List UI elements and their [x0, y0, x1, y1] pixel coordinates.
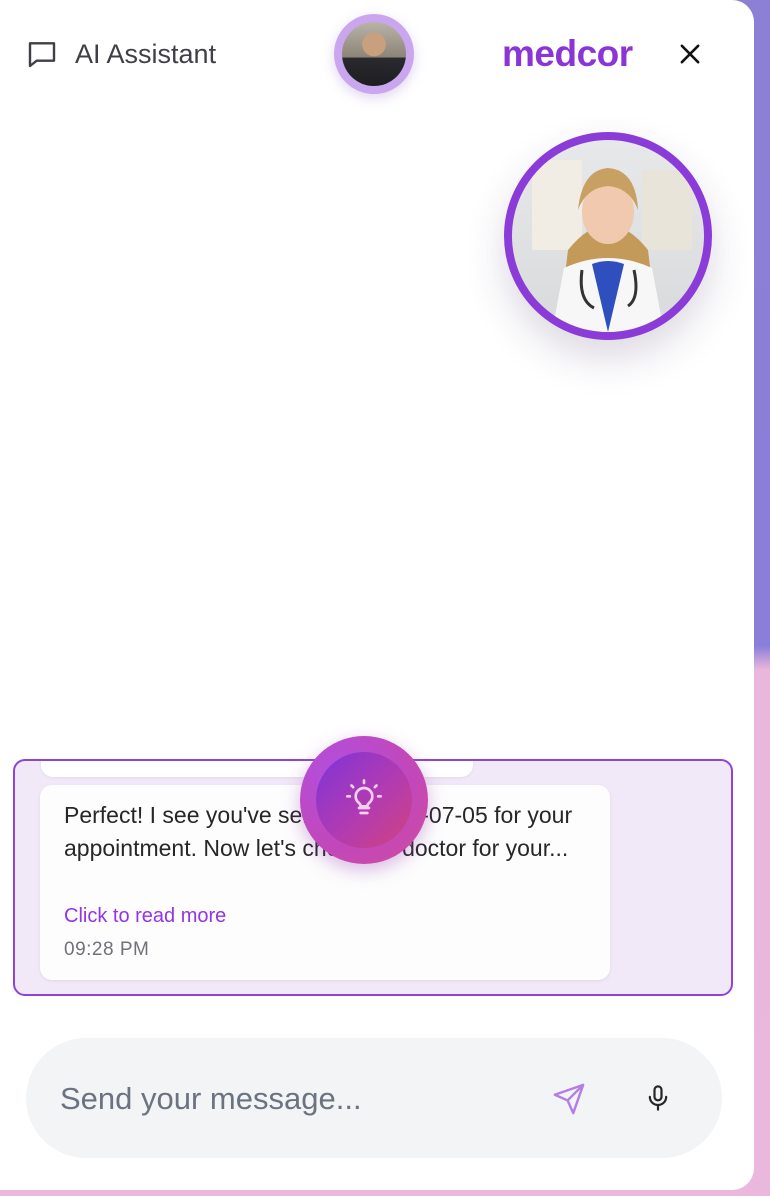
user-avatar-image	[342, 22, 406, 86]
doctor-avatar[interactable]	[504, 132, 712, 340]
doctor-avatar-image	[512, 140, 704, 332]
user-avatar[interactable]	[334, 14, 414, 94]
close-icon[interactable]	[676, 40, 704, 68]
message-input[interactable]	[58, 1072, 522, 1126]
message-timestamp: 09:28 PM	[64, 939, 150, 960]
lightbulb-icon	[346, 779, 382, 815]
read-more-link[interactable]: Click to read more	[64, 905, 226, 928]
send-icon[interactable]	[552, 1082, 586, 1116]
chat-bubble-icon	[28, 42, 56, 68]
message-composer	[26, 1038, 722, 1158]
microphone-icon[interactable]	[644, 1082, 672, 1114]
header: AI Assistant medcor	[0, 0, 754, 110]
suggestions-button[interactable]	[300, 736, 428, 864]
assistant-panel: AI Assistant medcor Perfect! I see you'v…	[0, 0, 754, 1190]
brand-logo: medcor	[502, 33, 633, 74]
header-title: AI Assistant	[75, 39, 217, 69]
